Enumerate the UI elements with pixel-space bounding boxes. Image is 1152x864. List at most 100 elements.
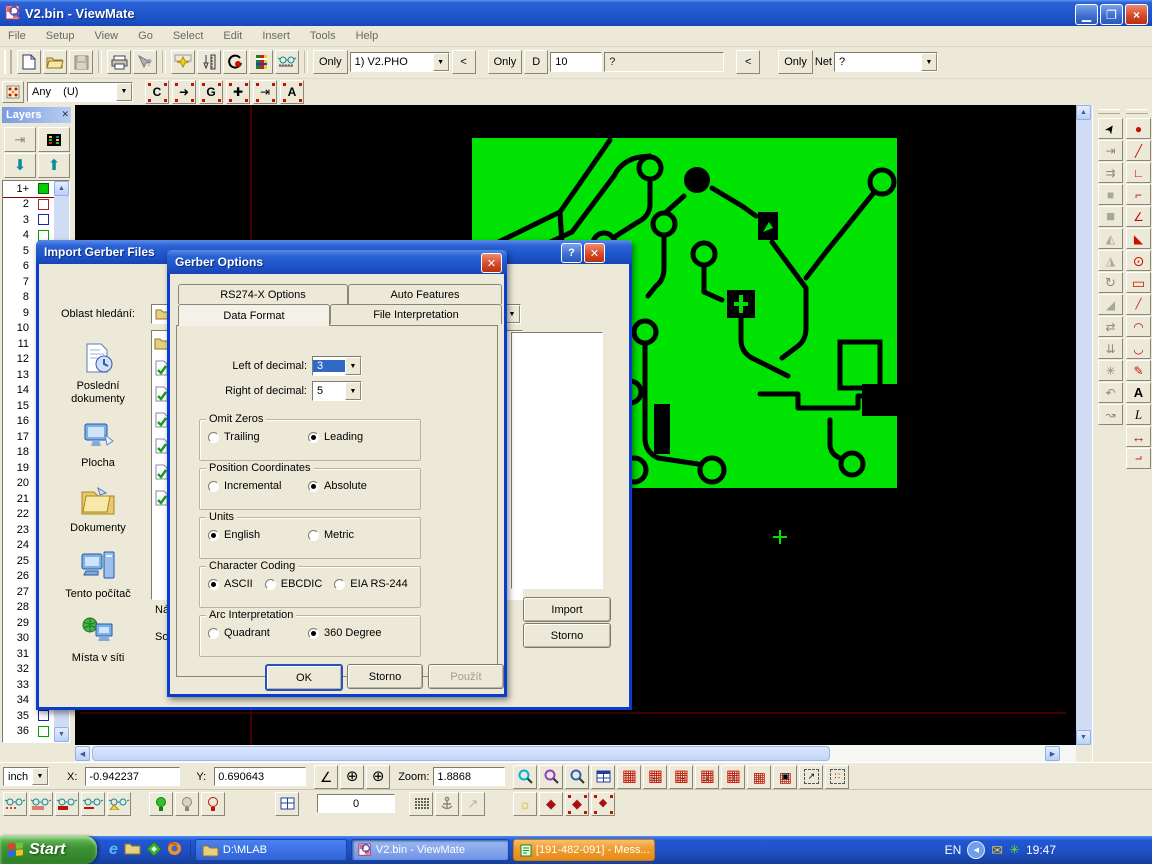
place-computer[interactable]: Tento počítač xyxy=(50,550,146,601)
zoom-view-button[interactable] xyxy=(513,765,537,789)
minimize-button[interactable]: ▁ xyxy=(1075,4,1098,25)
collapse-arrow-icon[interactable]: ◀ xyxy=(967,841,985,859)
only-layer-button[interactable]: Only xyxy=(313,50,348,74)
net-select-combo[interactable]: ? ▼ xyxy=(834,52,938,72)
letter-a-button[interactable]: A xyxy=(280,80,304,104)
zoom-window-button[interactable] xyxy=(565,765,589,789)
toolbar-handle[interactable] xyxy=(4,50,12,74)
restore-button[interactable]: ❐ xyxy=(1100,4,1123,25)
draw-pad-button[interactable]: ● xyxy=(1126,118,1151,139)
close-button[interactable]: × xyxy=(1125,4,1148,25)
selection-grid-button[interactable] xyxy=(2,81,24,103)
menu-insert[interactable]: Insert xyxy=(262,30,290,42)
import-button[interactable]: Import xyxy=(523,597,611,622)
radio-leading[interactable]: Leading xyxy=(308,431,363,443)
previous-net-button[interactable]: < xyxy=(736,50,760,74)
scroll-up-icon[interactable]: ▲ xyxy=(54,181,69,196)
window-grid-small-button[interactable] xyxy=(275,792,299,816)
x-coordinate-field[interactable]: -0.942237 xyxy=(85,767,180,786)
only-net-button[interactable]: Only xyxy=(778,50,813,74)
radio-incremental[interactable]: Incremental xyxy=(208,480,308,492)
layer-color-swatch[interactable] xyxy=(38,710,49,721)
task-button-1[interactable]: D:\MLAB xyxy=(195,839,347,861)
menu-edit[interactable]: Edit xyxy=(223,30,242,42)
menu-select[interactable]: Select xyxy=(173,30,204,42)
select-zoom-button[interactable]: ↗ xyxy=(799,765,823,789)
menu-help[interactable]: Help xyxy=(356,30,379,42)
layer-color-swatch[interactable] xyxy=(38,199,49,210)
measure-tool-button[interactable] xyxy=(197,50,221,74)
chevron-down-icon[interactable]: ▼ xyxy=(345,357,361,375)
title-bar[interactable]: V2.bin - ViewMate ▁ ❐ × xyxy=(0,0,1152,26)
flash-tool-button[interactable] xyxy=(171,50,195,74)
diamond-marker-button[interactable]: ◆ xyxy=(539,792,563,816)
zoom-value-field[interactable]: 1.8868 xyxy=(433,767,505,786)
ok-button[interactable]: OK xyxy=(265,664,343,691)
lamp-on-button[interactable] xyxy=(149,792,173,816)
radio-360-degree[interactable]: 360 Degree xyxy=(308,627,382,639)
ghost-arrow-button[interactable]: ↗ xyxy=(461,792,485,816)
radio-quadrant[interactable]: Quadrant xyxy=(208,627,308,639)
diamond-marker-dots-button[interactable]: ◆ xyxy=(591,792,615,816)
open-file-button[interactable] xyxy=(43,50,67,74)
firefox-icon[interactable] xyxy=(167,841,182,859)
grid-value-field[interactable]: 0 xyxy=(317,794,395,813)
fill-square-button[interactable]: ■ xyxy=(1098,184,1123,205)
glasses-rect-button[interactable] xyxy=(55,792,79,816)
storno-button[interactable]: Storno xyxy=(523,623,611,648)
mirror-horizontal-button[interactable]: ◭ xyxy=(1098,228,1123,249)
chevron-down-icon[interactable]: ▼ xyxy=(921,53,937,71)
settings-gear-button[interactable]: ✳ xyxy=(1098,360,1123,381)
zoom-out-grid-button[interactable]: ▦▫ xyxy=(747,765,771,789)
glasses-lines-button[interactable] xyxy=(29,792,53,816)
pan-up-button[interactable]: ▦↑ xyxy=(721,765,745,789)
letter-c-button[interactable]: C xyxy=(145,80,169,104)
pan-down-button[interactable]: ▦↓ xyxy=(695,765,719,789)
draw-hook-button[interactable]: ⌐ xyxy=(1126,448,1151,469)
scroll-down-icon[interactable]: ▼ xyxy=(54,727,69,742)
chevron-down-icon[interactable]: ▼ xyxy=(116,83,132,101)
previous-dcode-button[interactable]: < xyxy=(452,50,476,74)
letter-g-button[interactable]: G xyxy=(199,80,223,104)
anchor-button[interactable] xyxy=(435,792,459,816)
canvas-horizontal-scrollbar[interactable]: ◀ ▶ xyxy=(75,745,1076,762)
y-coordinate-field[interactable]: 0.690643 xyxy=(214,767,306,786)
glasses-dots-button[interactable] xyxy=(3,792,27,816)
draw-angle-button[interactable]: ∠ xyxy=(1126,206,1151,227)
diamond-marker-alt-button[interactable]: ◆ xyxy=(565,792,589,816)
fill-square-large-button[interactable]: ■ xyxy=(1098,206,1123,227)
arrow-pads-button[interactable]: ➜ xyxy=(172,80,196,104)
radio-ascii[interactable]: ASCII xyxy=(208,578,253,590)
inspect-glasses-button[interactable] xyxy=(275,50,299,74)
radio-trailing[interactable]: Trailing xyxy=(208,431,308,443)
storno-button[interactable]: Storno xyxy=(347,664,423,689)
draw-curve-button[interactable]: ◠ xyxy=(1126,316,1151,337)
toolbox-handle[interactable] xyxy=(1098,109,1120,114)
task-button-3[interactable]: [191-482-091] - Mess... xyxy=(513,839,655,861)
radio-ebcdic[interactable]: EBCDIC xyxy=(265,578,323,590)
canvas-vertical-scrollbar[interactable]: ▲ ▼ xyxy=(1076,105,1092,745)
select-cursor-button[interactable]: ➤ xyxy=(1098,118,1123,139)
dcode-button[interactable]: D xyxy=(524,50,548,74)
only-dcode-button[interactable]: Only xyxy=(488,50,523,74)
print-button[interactable] xyxy=(107,50,131,74)
step-repeat-button[interactable]: ⇊ xyxy=(1098,338,1123,359)
chevron-down-icon[interactable]: ▼ xyxy=(345,382,361,400)
glasses-highlight-button[interactable] xyxy=(107,792,131,816)
icq-icon[interactable]: ✳ xyxy=(1009,842,1020,858)
window-grid-button[interactable] xyxy=(591,765,615,789)
zoom-grid-button[interactable] xyxy=(539,765,563,789)
layer-down-button[interactable]: ⬇ xyxy=(4,153,36,178)
draw-chord-button[interactable]: ◡ xyxy=(1126,338,1151,359)
scroll-right-icon[interactable]: ▶ xyxy=(1045,746,1060,761)
ie-icon[interactable]: e xyxy=(109,841,118,859)
close-icon[interactable]: ✕ xyxy=(61,109,69,120)
gerber-dialog-title-bar[interactable]: Gerber Options ✕ xyxy=(167,250,507,274)
place-documents[interactable]: Dokumenty xyxy=(50,486,146,535)
context-help-button[interactable]: ? xyxy=(133,50,157,74)
toolbox-handle[interactable] xyxy=(1126,109,1148,114)
goto-layer-button[interactable]: ⇥ xyxy=(4,127,36,152)
exchange-tool-button[interactable]: ⇄ xyxy=(1098,316,1123,337)
angle-measure-button[interactable]: ∠ xyxy=(314,765,338,789)
radio-english[interactable]: English xyxy=(208,529,308,541)
